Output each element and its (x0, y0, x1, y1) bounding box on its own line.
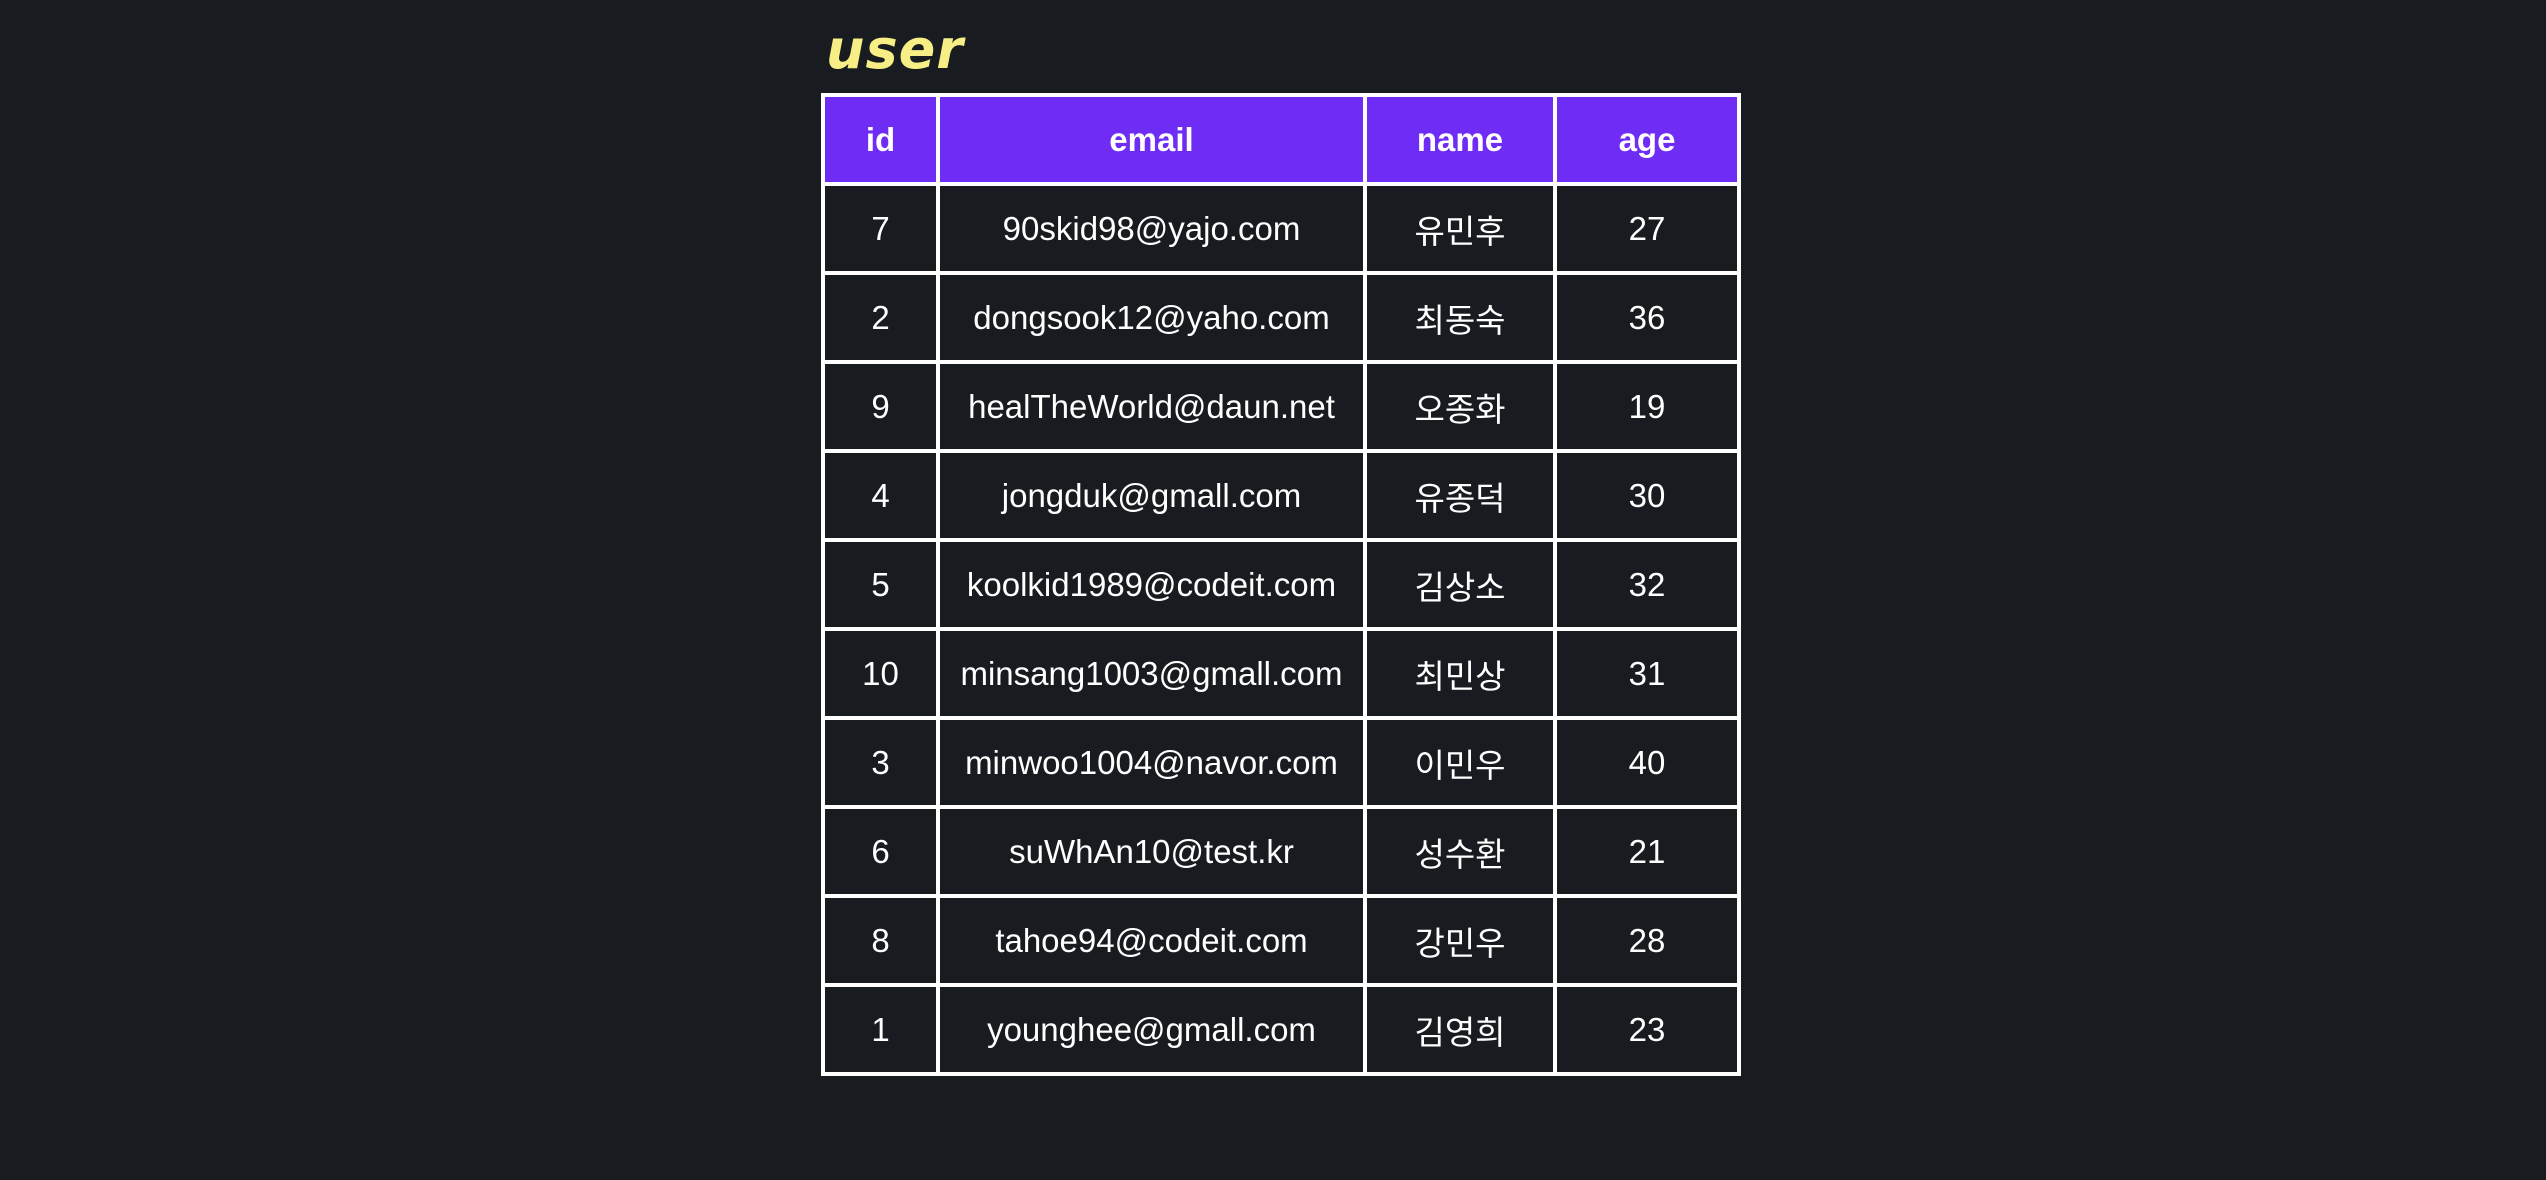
cell-email: jongduk@gmall.com (936, 449, 1367, 542)
cell-name: 오종화 (1363, 360, 1557, 453)
cell-name: 최민상 (1363, 627, 1557, 720)
column-header-age: age (1553, 93, 1741, 186)
cell-age: 32 (1553, 538, 1741, 631)
cell-id: 6 (821, 805, 940, 898)
column-header-name: name (1363, 93, 1557, 186)
cell-id: 3 (821, 716, 940, 809)
cell-age: 28 (1553, 894, 1741, 987)
table-row: 7 90skid98@yajo.com 유민후 27 (821, 182, 1741, 275)
cell-age: 40 (1553, 716, 1741, 809)
table-row: 2 dongsook12@yaho.com 최동숙 36 (821, 271, 1741, 364)
cell-name: 이민우 (1363, 716, 1557, 809)
table-row: 8 tahoe94@codeit.com 강민우 28 (821, 894, 1741, 987)
cell-id: 1 (821, 983, 940, 1076)
cell-email: koolkid1989@codeit.com (936, 538, 1367, 631)
table-row: 9 healTheWorld@daun.net 오종화 19 (821, 360, 1741, 453)
canvas: user id email name age 7 90skid98@yajo.c… (0, 0, 2546, 1180)
user-table: id email name age 7 90skid98@yajo.com 유민… (821, 93, 1741, 1076)
table-header-row: id email name age (821, 93, 1741, 186)
cell-id: 10 (821, 627, 940, 720)
table-row: 5 koolkid1989@codeit.com 김상소 32 (821, 538, 1741, 631)
cell-age: 23 (1553, 983, 1741, 1076)
cell-name: 유종덕 (1363, 449, 1557, 542)
cell-name: 강민우 (1363, 894, 1557, 987)
column-header-id: id (821, 93, 940, 186)
cell-email: minwoo1004@navor.com (936, 716, 1367, 809)
cell-email: tahoe94@codeit.com (936, 894, 1367, 987)
cell-name: 김상소 (1363, 538, 1557, 631)
cell-id: 5 (821, 538, 940, 631)
cell-email: younghee@gmall.com (936, 983, 1367, 1076)
table-row: 1 younghee@gmall.com 김영희 23 (821, 983, 1741, 1076)
table-row: 3 minwoo1004@navor.com 이민우 40 (821, 716, 1741, 809)
table-row: 6 suWhAn10@test.kr 성수환 21 (821, 805, 1741, 898)
cell-name: 최동숙 (1363, 271, 1557, 364)
cell-id: 2 (821, 271, 940, 364)
cell-id: 4 (821, 449, 940, 542)
cell-age: 19 (1553, 360, 1741, 453)
cell-email: 90skid98@yajo.com (936, 182, 1367, 275)
table-row: 10 minsang1003@gmall.com 최민상 31 (821, 627, 1741, 720)
cell-age: 21 (1553, 805, 1741, 898)
table-row: 4 jongduk@gmall.com 유종덕 30 (821, 449, 1741, 542)
cell-age: 31 (1553, 627, 1741, 720)
cell-id: 8 (821, 894, 940, 987)
cell-id: 7 (821, 182, 940, 275)
cell-name: 김영희 (1363, 983, 1557, 1076)
column-header-email: email (936, 93, 1367, 186)
cell-name: 성수환 (1363, 805, 1557, 898)
cell-email: healTheWorld@daun.net (936, 360, 1367, 453)
cell-name: 유민후 (1363, 182, 1557, 275)
cell-email: suWhAn10@test.kr (936, 805, 1367, 898)
cell-email: minsang1003@gmall.com (936, 627, 1367, 720)
cell-id: 9 (821, 360, 940, 453)
cell-age: 27 (1553, 182, 1741, 275)
cell-age: 36 (1553, 271, 1741, 364)
cell-email: dongsook12@yaho.com (936, 271, 1367, 364)
table-title: user (826, 18, 964, 81)
cell-age: 30 (1553, 449, 1741, 542)
